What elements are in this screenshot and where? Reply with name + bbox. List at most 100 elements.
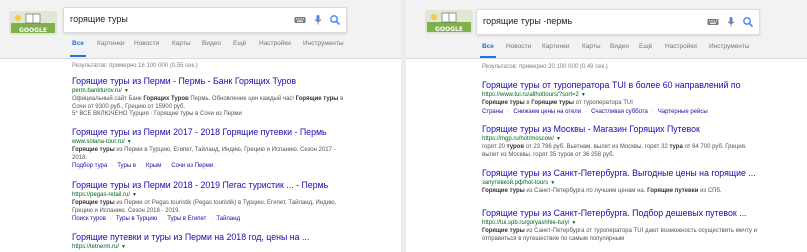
- search-result: Горящие туры из Санкт-Петербурга. Выгодн…: [482, 168, 782, 196]
- search-icon[interactable]: [742, 16, 754, 28]
- tab-news[interactable]: Новости: [134, 40, 159, 47]
- keyboard-icon[interactable]: [294, 14, 306, 26]
- result-snippet: Официальный сайт Банк Горящих Туров Перм…: [72, 96, 347, 119]
- result-stats: Результатов: примерно 16 100 000 (0,55 с…: [72, 63, 198, 69]
- result-url-text: https://pegas-retail.ru/: [72, 192, 131, 198]
- search-tabs: Все Картинки Новости Карты Видео Ещё Нас…: [0, 40, 401, 57]
- result-title[interactable]: Горящие туры из Санкт-Петербурга. Выгодн…: [482, 168, 782, 179]
- tab-tools[interactable]: Инструменты: [709, 43, 750, 50]
- result-title[interactable]: Горящие туры из Перми 2018 - 2019 Пегас …: [72, 180, 372, 191]
- search-result: Горящие туры из Перми - Пермь - Банк Гор…: [72, 76, 372, 119]
- sitelink[interactable]: Крым: [146, 163, 161, 169]
- tab-maps[interactable]: Карты: [172, 40, 191, 47]
- tab-video[interactable]: Видео: [610, 43, 629, 50]
- sitelink[interactable]: Тайланд: [216, 216, 240, 222]
- tab-all[interactable]: Все: [72, 40, 84, 47]
- result-url-text: https://www.tui.ru/allhottours/?sort=2: [482, 92, 579, 98]
- snippet-highlight: Горящие туры: [482, 100, 525, 106]
- result-url: запутевкой.рф/hot-tours ▼: [482, 179, 782, 188]
- search-input[interactable]: горящие туры: [70, 14, 128, 24]
- url-dropdown-icon[interactable]: ▼: [132, 192, 137, 198]
- search-box[interactable]: горящие туры: [63, 7, 347, 33]
- sitelink[interactable]: Поиск туров: [72, 216, 106, 222]
- microphone-icon[interactable]: [312, 14, 324, 26]
- url-dropdown-icon[interactable]: ▼: [581, 92, 586, 98]
- tab-more[interactable]: Ещё: [639, 43, 652, 50]
- snippet-part: туров от 36 258 руб.: [557, 151, 615, 158]
- snippet-part: 5* ВСЕ ВКЛЮЧЕНО Турция · Горящие туры в …: [72, 111, 242, 117]
- search-box[interactable]: горящие туры -пермь: [476, 9, 760, 35]
- result-url: perm.bankturov.ru/▼: [72, 87, 372, 96]
- result-snippet: Горящие туры из Перми от Pegas touristik…: [72, 200, 347, 215]
- result-title[interactable]: Горящие туры из Санкт-Петербурга. Подбор…: [482, 208, 782, 219]
- tab-news[interactable]: Новости: [506, 43, 531, 50]
- tab-images[interactable]: Картинки: [542, 43, 570, 50]
- sitelink[interactable]: Страны: [482, 109, 503, 115]
- tab-all[interactable]: Все: [482, 43, 494, 50]
- url-dropdown-icon[interactable]: ▼: [124, 88, 129, 94]
- url-dropdown-icon[interactable]: ▼: [556, 136, 561, 142]
- search-header: GOOGLE горящие туры Все Картинки Новости: [0, 0, 401, 59]
- sitelink[interactable]: Туры в: [117, 163, 136, 169]
- tab-more[interactable]: Ещё: [233, 40, 246, 47]
- result-title[interactable]: Горящие туры из Перми 2017 - 2018 Горящи…: [72, 127, 372, 138]
- search-icon[interactable]: [329, 14, 341, 26]
- search-result: Горящие туры из Санкт-Петербурга. Подбор…: [482, 208, 782, 243]
- microphone-icon[interactable]: [725, 16, 737, 28]
- snippet-part: из СПб.: [698, 188, 722, 194]
- result-url: www.solana-tour.ru/▼: [72, 138, 372, 147]
- sitelink[interactable]: Туры в Египет: [167, 216, 206, 222]
- google-doodle-logo[interactable]: GOOGLE: [424, 9, 474, 35]
- left-search-pane: GOOGLE горящие туры Все Картинки Новости: [0, 0, 401, 252]
- tab-images[interactable]: Картинки: [97, 40, 125, 47]
- search-result: Горящие туры из Перми 2018 - 2019 Пегас …: [72, 180, 372, 223]
- snippet-highlight: Горящие туры: [531, 100, 575, 106]
- result-url: https://pegas-retail.ru/▼: [72, 191, 372, 200]
- search-tabs: Все Новости Картинки Карты Видео Ещё Нас…: [406, 43, 807, 59]
- sitelink[interactable]: Снижаем цены на отели: [513, 109, 581, 115]
- sitelinks: Поиск туров · Туры в Турцию · Туры в Египет ·…: [72, 216, 241, 222]
- google-doodle-logo[interactable]: GOOGLE: [8, 10, 58, 36]
- snippet-highlight: Горящие путевки: [647, 188, 699, 194]
- right-search-pane: GOOGLE горящие туры -пермь Все Новости К…: [406, 0, 807, 252]
- result-title[interactable]: Горящие туры из Москвы - Магазин Горящих…: [482, 124, 782, 135]
- tab-settings[interactable]: Настройки: [665, 43, 697, 50]
- result-url-text: https://tetnerm.ru/: [72, 244, 120, 250]
- url-dropdown-icon[interactable]: ▼: [550, 180, 555, 186]
- result-title[interactable]: Горящие туры из Перми - Пермь - Банк Гор…: [72, 76, 372, 87]
- sitelinks: Подбор тура · Туры в · Крым · Сочи из Перми: [72, 163, 214, 169]
- result-snippet: Горящие туры из Санкт-Петербурга по лучш…: [482, 188, 757, 196]
- snippet-highlight: Горящие туры: [72, 147, 115, 153]
- result-url: https://www.tui.ru/allhottours/?sort=2 ▼: [482, 91, 782, 100]
- sitelink[interactable]: Сочи из Перми: [171, 163, 213, 169]
- url-dropdown-icon[interactable]: ▼: [571, 220, 576, 226]
- snippet-highlight: Горящие туры: [295, 96, 339, 102]
- result-title[interactable]: Горящие путевки и туры из Перми на 2018 …: [72, 232, 372, 243]
- search-input[interactable]: горящие туры -пермь: [483, 16, 572, 26]
- snippet-highlight: Горящие туры: [72, 200, 115, 206]
- snippet-highlight: туров: [506, 144, 525, 150]
- svg-text:GOOGLE: GOOGLE: [19, 27, 47, 34]
- snippet-part: от 23 796 руб. Вьетнам. вылет из Москвы.…: [524, 144, 670, 150]
- sitelink[interactable]: Туры в Турцию: [116, 216, 157, 222]
- tab-tools[interactable]: Инструменты: [303, 40, 344, 47]
- url-dropdown-icon[interactable]: ▼: [121, 244, 126, 250]
- result-url: https://mgp.ru/hot/moscow/▼: [482, 135, 782, 144]
- tab-maps[interactable]: Карты: [582, 43, 601, 50]
- result-url-text: запутевкой.рф/hot-tours: [482, 180, 549, 186]
- tab-video[interactable]: Видео: [202, 40, 221, 47]
- result-url: https://tetnerm.ru/▼: [72, 243, 372, 252]
- tab-settings[interactable]: Настройки: [259, 40, 291, 47]
- snippet-part: горят 20: [482, 144, 507, 150]
- search-result: Горящие туры от туроператора TUI в более…: [482, 80, 782, 116]
- snippet-part: Официальный сайт Банк: [72, 96, 144, 102]
- result-title[interactable]: Горящие туры от туроператора TUI в более…: [482, 80, 782, 91]
- sitelink[interactable]: Чартерные рейсы: [658, 109, 708, 115]
- sitelink[interactable]: Счастливая суббота: [591, 109, 648, 115]
- keyboard-icon[interactable]: [707, 16, 719, 28]
- url-dropdown-icon[interactable]: ▼: [127, 139, 132, 145]
- result-url-text: www.solana-tour.ru/: [72, 139, 125, 145]
- search-result: Горящие путевки и туры из Перми на 2018 …: [72, 232, 372, 252]
- sitelink[interactable]: Подбор тура: [72, 163, 107, 169]
- result-stats: Результатов: примерно 20 100 000 (0,49 с…: [482, 64, 608, 70]
